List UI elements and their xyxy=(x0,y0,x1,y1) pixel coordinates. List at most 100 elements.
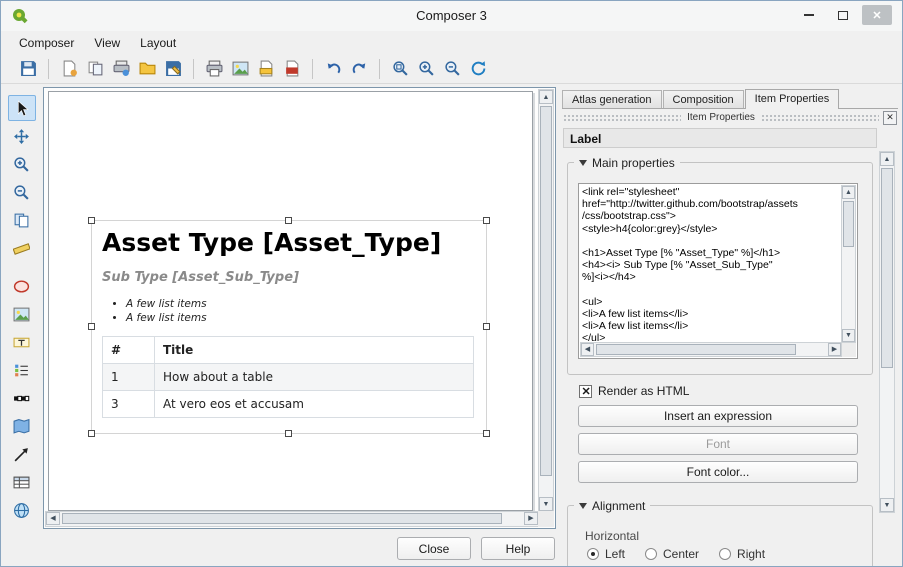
move-item-content-icon[interactable] xyxy=(8,123,36,149)
undo-icon[interactable] xyxy=(320,56,346,82)
add-image-icon[interactable] xyxy=(8,301,36,327)
scroll-right-arrow[interactable]: ▶ xyxy=(524,512,538,525)
selection-handle-left[interactable] xyxy=(88,323,95,330)
duplicate-composer-icon[interactable] xyxy=(82,56,108,82)
radio-left-label[interactable]: Left xyxy=(605,547,625,561)
tab-composition[interactable]: Composition xyxy=(663,90,744,108)
export-as-pdf-icon[interactable] xyxy=(279,56,305,82)
canvas-vertical-scrollbar[interactable]: ▲ ▼ xyxy=(538,89,554,512)
composer-manager-icon[interactable] xyxy=(108,56,134,82)
panel-vertical-scrollbar[interactable]: ▲ ▼ xyxy=(879,151,895,513)
save-project-icon[interactable] xyxy=(15,56,41,82)
selection-handle-bottom-left[interactable] xyxy=(88,430,95,437)
scroll-thumb[interactable] xyxy=(881,168,893,368)
horizontal-label: Horizontal xyxy=(585,529,639,543)
toolbar-separator xyxy=(379,59,380,79)
item-type-header: Label xyxy=(563,128,877,148)
collapse-arrow-icon xyxy=(579,503,587,509)
print-icon[interactable] xyxy=(201,56,227,82)
selection-handle-right[interactable] xyxy=(483,323,490,330)
canvas-horizontal-scrollbar[interactable]: ◀ ▶ xyxy=(45,511,539,527)
editor-vertical-scrollbar[interactable]: ▲ ▼ xyxy=(841,185,856,343)
radio-right[interactable] xyxy=(719,548,731,560)
add-label-icon[interactable] xyxy=(8,329,36,355)
add-scalebar-icon[interactable] xyxy=(8,385,36,411)
load-from-template-icon[interactable] xyxy=(134,56,160,82)
scrollbar-corner xyxy=(538,511,554,527)
scroll-thumb[interactable] xyxy=(540,106,552,476)
zoom-in-tool-icon[interactable] xyxy=(8,151,36,177)
selection-handle-top[interactable] xyxy=(285,217,292,224)
rendered-subheading: Sub Type [Asset_Sub_Type] xyxy=(102,270,476,285)
add-html-frame-icon[interactable] xyxy=(8,497,36,523)
radio-left[interactable] xyxy=(587,548,599,560)
menu-layout[interactable]: Layout xyxy=(130,32,186,54)
add-new-map-icon[interactable] xyxy=(8,413,36,439)
close-window-button[interactable] xyxy=(862,5,892,25)
selection-handle-bottom-right[interactable] xyxy=(483,430,490,437)
selection-handle-top-right[interactable] xyxy=(483,217,490,224)
html-source-editor[interactable]: <link rel="stylesheet" href="http://twit… xyxy=(578,183,858,359)
insert-expression-button[interactable]: Insert an expression xyxy=(578,405,858,427)
selection-handle-bottom[interactable] xyxy=(285,430,292,437)
add-arrow-icon[interactable] xyxy=(8,441,36,467)
html-source-text[interactable]: <link rel="stylesheet" href="http://twit… xyxy=(582,186,840,343)
scroll-up-arrow[interactable]: ▲ xyxy=(842,186,855,199)
menu-composer[interactable]: Composer xyxy=(9,32,84,54)
font-color-button[interactable]: Font color... xyxy=(578,461,858,483)
editor-horizontal-scrollbar[interactable]: ◀ ▶ xyxy=(580,342,842,357)
select-move-item-icon[interactable] xyxy=(8,95,36,121)
selection-handle-top-left[interactable] xyxy=(88,217,95,224)
export-as-image-icon[interactable] xyxy=(227,56,253,82)
zoom-out-tool-icon[interactable] xyxy=(8,179,36,205)
maximize-button[interactable] xyxy=(828,5,858,25)
table-cell: How about a table xyxy=(155,364,474,391)
add-legend-icon[interactable] xyxy=(8,357,36,383)
ruler-icon[interactable] xyxy=(8,235,36,261)
table-row: 1 How about a table xyxy=(103,364,474,391)
rendered-table: # Title 1 How about a table 3 At vero eo… xyxy=(102,336,474,418)
refresh-view-icon[interactable] xyxy=(465,56,491,82)
minimize-button[interactable] xyxy=(794,5,824,25)
close-button[interactable]: Close xyxy=(397,537,471,560)
main-properties-legend[interactable]: Main properties xyxy=(574,156,680,170)
radio-right-label[interactable]: Right xyxy=(737,547,765,561)
alignment-legend[interactable]: Alignment xyxy=(574,499,650,513)
scroll-down-arrow[interactable]: ▼ xyxy=(880,498,894,512)
scroll-thumb[interactable] xyxy=(596,344,796,355)
scroll-thumb[interactable] xyxy=(843,201,854,247)
table-header-cell: # xyxy=(103,337,155,364)
zoom-full-icon[interactable] xyxy=(387,56,413,82)
font-button: Font xyxy=(578,433,858,455)
radio-center-label[interactable]: Center xyxy=(663,547,699,561)
add-ellipse-icon[interactable] xyxy=(8,273,36,299)
scroll-up-arrow[interactable]: ▲ xyxy=(880,152,894,166)
tab-item-properties[interactable]: Item Properties xyxy=(745,89,840,109)
toolbar-separator xyxy=(312,59,313,79)
scroll-down-arrow[interactable]: ▼ xyxy=(842,329,855,342)
tab-atlas-generation[interactable]: Atlas generation xyxy=(562,90,662,108)
duplicate-item-icon[interactable] xyxy=(8,207,36,233)
export-as-svg-icon[interactable] xyxy=(253,56,279,82)
horizontal-alignment-options: Left Center Right xyxy=(587,547,779,561)
add-attribute-table-icon[interactable] xyxy=(8,469,36,495)
render-as-html-checkbox[interactable] xyxy=(579,385,592,398)
label-item[interactable]: Asset Type [Asset_Type] Sub Type [Asset_… xyxy=(91,220,487,434)
scroll-up-arrow[interactable]: ▲ xyxy=(539,90,553,104)
scroll-left-arrow[interactable]: ◀ xyxy=(46,512,60,525)
dock-close-icon[interactable]: ✕ xyxy=(883,111,897,125)
redo-icon[interactable] xyxy=(346,56,372,82)
scroll-down-arrow[interactable]: ▼ xyxy=(539,497,553,511)
save-as-template-icon[interactable] xyxy=(160,56,186,82)
alignment-title: Alignment xyxy=(592,499,645,513)
zoom-out-icon[interactable] xyxy=(439,56,465,82)
scroll-left-arrow[interactable]: ◀ xyxy=(581,343,594,356)
zoom-in-icon[interactable] xyxy=(413,56,439,82)
scroll-right-arrow[interactable]: ▶ xyxy=(828,343,841,356)
menu-view[interactable]: View xyxy=(84,32,130,54)
composer-canvas[interactable]: Asset Type [Asset_Type] Sub Type [Asset_… xyxy=(43,87,556,529)
help-button[interactable]: Help xyxy=(481,537,555,560)
new-composer-icon[interactable] xyxy=(56,56,82,82)
scroll-thumb[interactable] xyxy=(62,513,502,524)
radio-center[interactable] xyxy=(645,548,657,560)
